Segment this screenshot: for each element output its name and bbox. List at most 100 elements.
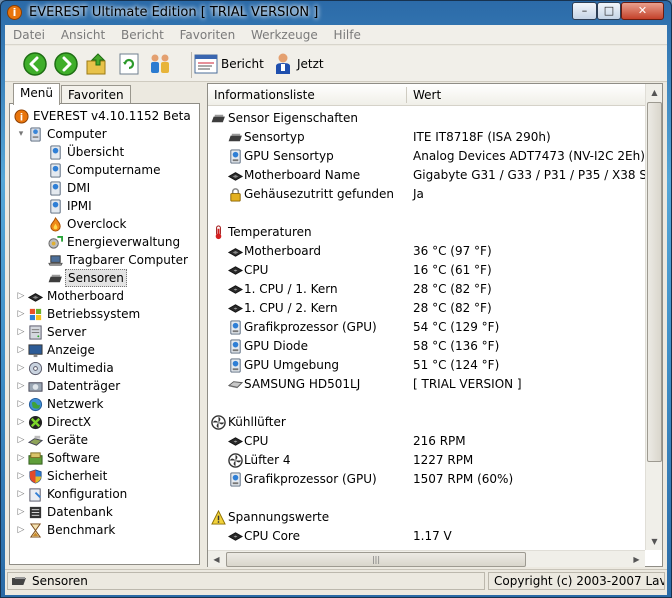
expand-arrow-icon[interactable]: ▷ [16,359,26,377]
users-icon[interactable] [147,51,173,77]
list-row[interactable]: Motherboard Name Gigabyte G31 / G33 / P31… [208,166,645,185]
horizontal-scrollbar[interactable]: ◀ ||| ▶ [208,550,645,567]
tree-item-übersicht[interactable]: Übersicht [14,143,198,161]
tree-item-computername[interactable]: Computername [14,161,198,179]
back-arrow-icon[interactable] [22,51,48,77]
vertical-scroll-thumb[interactable] [647,102,662,462]
list-row[interactable]: Lüfter 4 1227 RPM [208,451,645,470]
list-row[interactable]: Motherboard 36 °C (97 °F) [208,242,645,261]
expand-arrow-icon[interactable]: ▷ [16,467,26,485]
column-divider[interactable] [406,87,407,103]
section-header[interactable]: Kühllüfter [208,413,645,432]
menu-datei[interactable]: Datei [5,25,51,45]
vertical-scrollbar[interactable]: ▲ ▼ [645,84,662,550]
column-header-wert[interactable]: Wert [413,84,441,106]
status-panel-left: Sensoren [7,572,485,590]
tree-item-everest-v4-10-1152-beta[interactable]: i EVEREST v4.10.1152 Beta [14,107,198,125]
hourglass-icon [28,523,43,538]
list-row[interactable]: 1. CPU / 1. Kern 28 °C (82 °F) [208,280,645,299]
tree-item-energieverwaltung[interactable]: Energieverwaltung [14,233,198,251]
tree-item-betriebssystem[interactable]: ▷ Betriebssystem [14,305,198,323]
list-row[interactable]: Sensortyp ITE IT8718F (ISA 290h) [208,128,645,147]
expand-arrow-icon[interactable]: ▷ [16,341,26,359]
minimize-button[interactable]: – [572,2,597,20]
section-header[interactable]: Sensor Eigenschaften [208,109,645,128]
menu-favoriten[interactable]: Favoriten [174,25,242,45]
tree-item-konfiguration[interactable]: ▷ Konfiguration [14,485,198,503]
row-value: Gigabyte G31 / G33 / P31 / P35 / X38 Ser… [413,168,645,182]
forward-arrow-icon[interactable] [53,51,79,77]
expand-arrow-icon[interactable]: ▷ [16,287,26,305]
menu-bericht[interactable]: Bericht [115,25,170,45]
tree-item-multimedia[interactable]: ▷ Multimedia [14,359,198,377]
tree-item-computer[interactable]: ▾ Computer [14,125,198,143]
scroll-left-arrow[interactable]: ◀ [208,551,225,568]
tree-item-datenträger[interactable]: ▷ Datenträger [14,377,198,395]
tree-item-netzwerk[interactable]: ▷ Netzwerk [14,395,198,413]
tree-item-anzeige[interactable]: ▷ Anzeige [14,341,198,359]
tree-item-directx[interactable]: ▷ DirectX [14,413,198,431]
menu-werkzeuge[interactable]: Werkzeuge [245,25,324,45]
tree-item-datenbank[interactable]: ▷ Datenbank [14,503,198,521]
scroll-right-arrow[interactable]: ▶ [628,551,645,568]
expand-arrow-icon[interactable]: ▷ [16,323,26,341]
expand-arrow-icon[interactable]: ▷ [16,503,26,521]
expand-arrow-icon[interactable]: ▷ [16,449,26,467]
menu-hilfe[interactable]: Hilfe [328,25,367,45]
row-value: 28 °C (82 °F) [413,282,492,296]
tree-item-ipmi[interactable]: IPMI [14,197,198,215]
directx-icon [28,415,43,430]
tree-item-motherboard[interactable]: ▷ Motherboard [14,287,198,305]
list-row[interactable]: GPU Diode 58 °C (136 °F) [208,337,645,356]
refresh-icon[interactable] [116,51,142,77]
menu-ansicht[interactable]: Ansicht [55,25,111,45]
list-row[interactable]: Grafikprozessor (GPU) 1507 RPM (60%) [208,470,645,489]
tree-item-tragbarer-computer[interactable]: Tragbarer Computer [14,251,198,269]
scroll-down-arrow[interactable]: ▼ [646,533,663,550]
expand-arrow-icon[interactable]: ▷ [16,521,26,539]
list-row[interactable]: 1. CPU / 2. Kern 28 °C (82 °F) [208,299,645,318]
column-header-informationsliste[interactable]: Informationsliste [214,84,315,106]
tree-item-software[interactable]: ▷ Software [14,449,198,467]
up-folder-icon[interactable] [84,51,110,77]
title-bar[interactable]: i EVEREST Ultimate Edition [ TRIAL VERSI… [1,1,671,25]
expand-arrow-icon[interactable]: ▷ [16,431,26,449]
expand-arrow-icon[interactable]: ▷ [16,305,26,323]
section-header[interactable]: Temperaturen [208,223,645,242]
scroll-up-arrow[interactable]: ▲ [646,84,663,101]
close-button[interactable]: ✕ [621,2,664,20]
list-row[interactable]: CPU 216 RPM [208,432,645,451]
tab-favoriten[interactable]: Favoriten [61,85,131,105]
maximize-button[interactable]: □ [597,2,621,20]
expand-arrow-icon[interactable]: ▷ [16,413,26,431]
list-row[interactable]: GPU Sensortyp Analog Devices ADT7473 (NV-… [208,147,645,166]
status-bar: Sensoren Copyright (c) 2003-2007 Lava [5,569,667,591]
row-value: 58 °C (136 °F) [413,339,500,353]
collapse-arrow-icon[interactable]: ▾ [16,125,26,143]
expand-arrow-icon[interactable]: ▷ [16,377,26,395]
tree-item-dmi[interactable]: DMI [14,179,198,197]
row-value: Ja [413,187,424,201]
tree-item-label: Computername [67,163,161,177]
list-row[interactable]: CPU 16 °C (61 °F) [208,261,645,280]
expand-arrow-icon[interactable]: ▷ [16,395,26,413]
tree-item-overclock[interactable]: Overclock [14,215,198,233]
tree-item-sicherheit[interactable]: ▷ Sicherheit [14,467,198,485]
list-row[interactable]: SAMSUNG HD501LJ [ TRIAL VERSION ] [208,375,645,394]
horizontal-scroll-thumb[interactable]: ||| [226,552,526,567]
client-area: Datei Ansicht Bericht Favoriten Werkzeug… [5,25,667,595]
tree-item-server[interactable]: ▷ Server [14,323,198,341]
list-row[interactable]: Grafikprozessor (GPU) 54 °C (129 °F) [208,318,645,337]
list-row[interactable]: Gehäusezutritt gefunden Ja [208,185,645,204]
section-header[interactable]: Spannungswerte [208,508,645,527]
tree-item-sensoren[interactable]: Sensoren [14,269,198,287]
tab-menu[interactable]: Menü [13,83,60,105]
list-row[interactable]: CPU Core 1.17 V [208,527,645,546]
list-row[interactable]: GPU Umgebung 51 °C (124 °F) [208,356,645,375]
window-title: EVEREST Ultimate Edition [ TRIAL VERSION… [29,5,319,20]
tree-item-geräte[interactable]: ▷ Geräte [14,431,198,449]
everest-app-icon[interactable]: i [7,5,22,20]
tree-item-benchmark[interactable]: ▷ Benchmark [14,521,198,539]
expand-arrow-icon[interactable]: ▷ [16,485,26,503]
